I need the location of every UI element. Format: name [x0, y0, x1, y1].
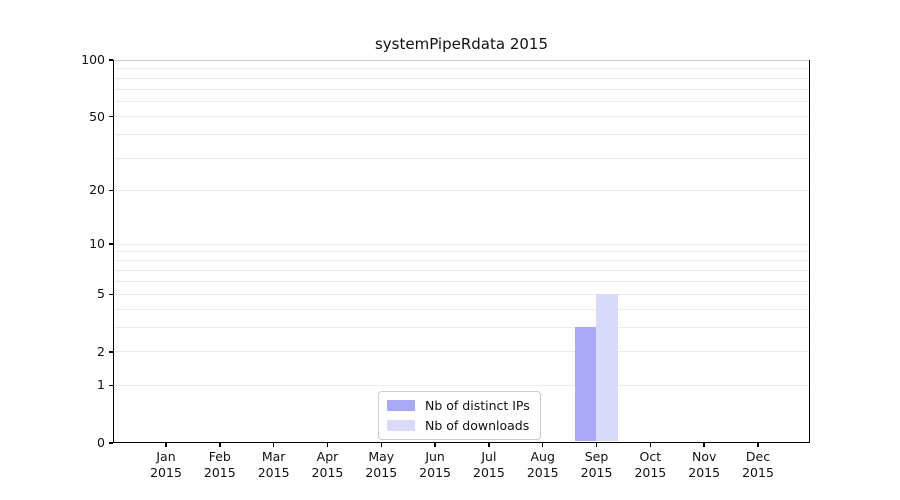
x-tick-feb: [219, 443, 221, 447]
gridline-6: [114, 281, 809, 282]
gridline-9: [114, 251, 809, 252]
legend-item-downloads: Nb of downloads: [387, 418, 530, 433]
y-tick-50: [109, 116, 113, 118]
gridline-5: [114, 294, 809, 295]
x-tick-jun: [434, 443, 436, 447]
gridline-4: [114, 309, 809, 310]
gridline-30: [114, 158, 809, 159]
y-tick-10: [109, 243, 113, 245]
y-tick-label-10: 10: [45, 235, 105, 253]
y-tick-label-20: 20: [45, 181, 105, 199]
gridline-80: [114, 78, 809, 79]
year-label: 2015: [726, 465, 790, 481]
gridline-8: [114, 260, 809, 261]
x-tick-mar: [273, 443, 275, 447]
y-tick-2: [109, 351, 113, 353]
y-tick-0: [109, 442, 113, 444]
gridline-60: [114, 101, 809, 102]
gridline-10: [114, 244, 809, 245]
y-tick-5: [109, 294, 113, 296]
legend-item-distinct-ips: Nb of distinct IPs: [387, 398, 530, 413]
gridline-20: [114, 190, 809, 191]
y-tick-label-0: 0: [45, 434, 105, 452]
legend-label-downloads: Nb of downloads: [425, 418, 529, 433]
x-tick-sep: [596, 443, 598, 447]
chart-title: systemPipeRdata 2015: [113, 35, 810, 53]
x-tick-nov: [703, 443, 705, 447]
plot-area: [113, 60, 810, 443]
y-tick-label-5: 5: [45, 285, 105, 303]
y-tick-label-100: 100: [45, 51, 105, 69]
y-tick-label-50: 50: [45, 108, 105, 126]
chart-figure: systemPipeRdata 2015 0125102050100Jan201…: [0, 0, 900, 500]
x-tick-jan: [165, 443, 167, 447]
legend-swatch-distinct-ips: [387, 400, 415, 411]
x-tick-may: [381, 443, 383, 447]
y-tick-label-2: 2: [45, 343, 105, 361]
gridline-7: [114, 270, 809, 271]
x-tick-jul: [488, 443, 490, 447]
x-tick-apr: [327, 443, 329, 447]
y-tick-100: [109, 59, 113, 61]
gridline-70: [114, 89, 809, 90]
y-tick-20: [109, 190, 113, 192]
gridline-1: [114, 385, 809, 386]
gridline-2: [114, 351, 809, 352]
x-tick-oct: [650, 443, 652, 447]
bar-nb-of-distinct-ips-sep: [575, 327, 597, 441]
x-tick-dec: [757, 443, 759, 447]
y-tick-label-1: 1: [45, 376, 105, 394]
bar-nb-of-downloads-sep: [596, 294, 618, 441]
month-label: Dec: [726, 449, 790, 465]
x-tick-aug: [542, 443, 544, 447]
gridline-90: [114, 68, 809, 69]
legend-label-distinct-ips: Nb of distinct IPs: [425, 398, 530, 413]
gridline-3: [114, 327, 809, 328]
legend-swatch-downloads: [387, 420, 415, 431]
gridline-40: [114, 134, 809, 135]
x-tick-label-dec: Dec2015: [726, 449, 790, 481]
gridline-50: [114, 116, 809, 117]
gridline-100: [114, 60, 809, 61]
y-tick-1: [109, 385, 113, 387]
legend: Nb of distinct IPs Nb of downloads: [378, 391, 541, 440]
